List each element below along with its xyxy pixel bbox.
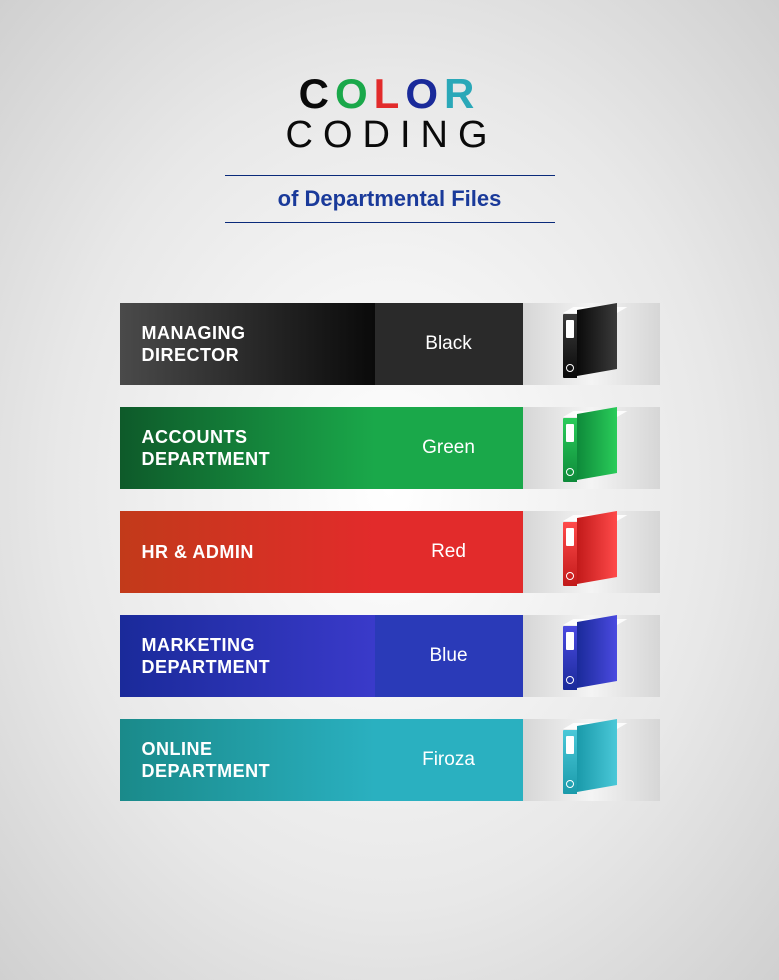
divider-bottom — [225, 222, 555, 223]
binder-icon — [563, 518, 619, 586]
department-rows: MANAGINGDIRECTORBlackACCOUNTSDEPARTMENTG… — [120, 303, 660, 801]
binder-cell — [523, 719, 660, 801]
header: COLOR CODING of Departmental Files — [0, 0, 779, 223]
binder-icon — [563, 414, 619, 482]
subtitle: of Departmental Files — [225, 176, 555, 222]
department-label: ACCOUNTSDEPARTMENT — [120, 407, 375, 489]
department-label: MANAGINGDIRECTOR — [120, 303, 375, 385]
binder-cell — [523, 407, 660, 489]
department-label: MARKETINGDEPARTMENT — [120, 615, 375, 697]
department-label: HR & ADMIN — [120, 511, 375, 593]
title-letter: O — [335, 70, 374, 118]
department-row: HR & ADMINRed — [120, 511, 660, 593]
subtitle-block: of Departmental Files — [225, 175, 555, 223]
color-name-label: Green — [375, 407, 523, 489]
color-name-label: Blue — [375, 615, 523, 697]
color-name-label: Firoza — [375, 719, 523, 801]
color-name-label: Black — [375, 303, 523, 385]
title-color-word: COLOR — [0, 70, 779, 118]
binder-icon — [563, 310, 619, 378]
binder-cell — [523, 511, 660, 593]
department-row: ACCOUNTSDEPARTMENTGreen — [120, 407, 660, 489]
department-row: MANAGINGDIRECTORBlack — [120, 303, 660, 385]
title-letter: O — [405, 70, 444, 118]
title-letter: L — [374, 70, 406, 118]
department-label: ONLINEDEPARTMENT — [120, 719, 375, 801]
title-letter: R — [444, 70, 480, 118]
color-name-label: Red — [375, 511, 523, 593]
binder-cell — [523, 615, 660, 697]
binder-icon — [563, 726, 619, 794]
title-coding-word: CODING — [4, 114, 779, 157]
department-row: MARKETINGDEPARTMENTBlue — [120, 615, 660, 697]
title-letter: C — [299, 70, 335, 118]
binder-icon — [563, 622, 619, 690]
department-row: ONLINEDEPARTMENTFiroza — [120, 719, 660, 801]
binder-cell — [523, 303, 660, 385]
